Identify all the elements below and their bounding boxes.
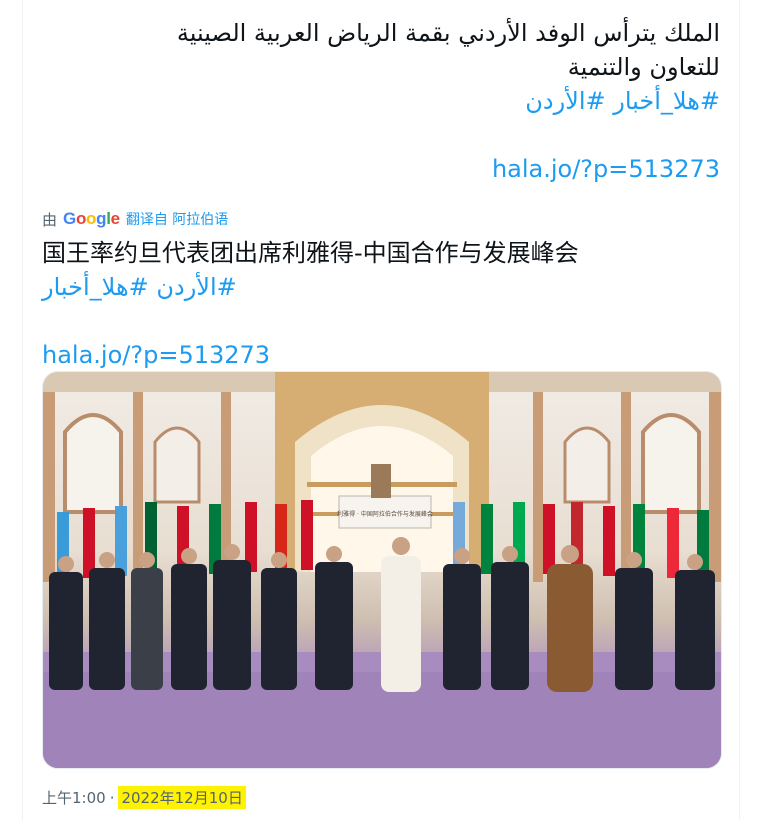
tweet-original-text: الملك يترأس الوفد الأردني بقمة الرياض ال… bbox=[42, 0, 720, 186]
translated-text: 国王率约旦代表团出席利雅得-中国合作与发展峰会 bbox=[42, 239, 579, 267]
meta-separator: · bbox=[109, 788, 115, 807]
tweet-photo[interactable]: 利雅得 · 中国阿拉伯合作与发展峰会 bbox=[42, 371, 722, 769]
translated-hashtag-al-urdun[interactable]: #الأردن bbox=[156, 273, 236, 301]
hashtag-hala-akhbar[interactable]: #هلا_أخبار bbox=[613, 87, 720, 115]
google-logo: Google bbox=[63, 209, 120, 229]
tweet-meta: 上午1:00 · 2022年12月10日 bbox=[42, 786, 246, 809]
translated-hashtag-hala-akhbar[interactable]: #هلا_أخبار bbox=[42, 273, 149, 301]
tweet-arabic-text: الملك يترأس الوفد الأردني بقمة الرياض ال… bbox=[176, 19, 720, 81]
translated-link[interactable]: hala.jo/?p=513273 bbox=[42, 338, 270, 372]
translated-hashtags: #الأردن #هلا_أخبار bbox=[42, 270, 720, 304]
tweet-date[interactable]: 2022年12月10日 bbox=[118, 786, 246, 809]
google-logo-letter: o bbox=[75, 209, 87, 228]
timeline-right-border bbox=[739, 0, 740, 820]
backdrop-banner-text: 利雅得 · 中国阿拉伯合作与发展峰会 bbox=[337, 510, 433, 518]
tweet-link[interactable]: hala.jo/?p=513273 bbox=[492, 152, 720, 186]
tweet-time[interactable]: 上午1:00 bbox=[42, 787, 106, 808]
google-logo-letter: o bbox=[86, 209, 97, 228]
translated-text-block: 国王率约旦代表团出席利雅得-中国合作与发展峰会 #الأردن #هلا_أخب… bbox=[42, 236, 720, 372]
white-robe-figure bbox=[381, 556, 421, 692]
translated-by-label: 由 bbox=[42, 210, 58, 229]
google-logo-letter: g bbox=[96, 209, 107, 228]
timeline-left-border bbox=[22, 0, 23, 820]
hashtag-al-urdun[interactable]: #الأردن bbox=[525, 87, 605, 115]
google-logo-letter: G bbox=[63, 209, 76, 228]
google-logo-letter: e bbox=[110, 209, 120, 228]
tweet: الملك يترأس الوفد الأردني بقمة الرياض ال… bbox=[42, 0, 720, 372]
summit-group-photo: 利雅得 · 中国阿拉伯合作与发展峰会 bbox=[43, 372, 721, 768]
tweet-arabic-hashtags: #هلا_أخبار #الأردن bbox=[42, 84, 720, 118]
translated-from-link[interactable]: 翻译自 阿拉伯语 bbox=[126, 209, 228, 229]
brown-robe-figure bbox=[547, 564, 593, 692]
delegates-row bbox=[49, 537, 715, 692]
translation-attribution: 由 Google 翻译自 阿拉伯语 bbox=[42, 208, 720, 230]
left-arched-windows bbox=[43, 392, 231, 582]
